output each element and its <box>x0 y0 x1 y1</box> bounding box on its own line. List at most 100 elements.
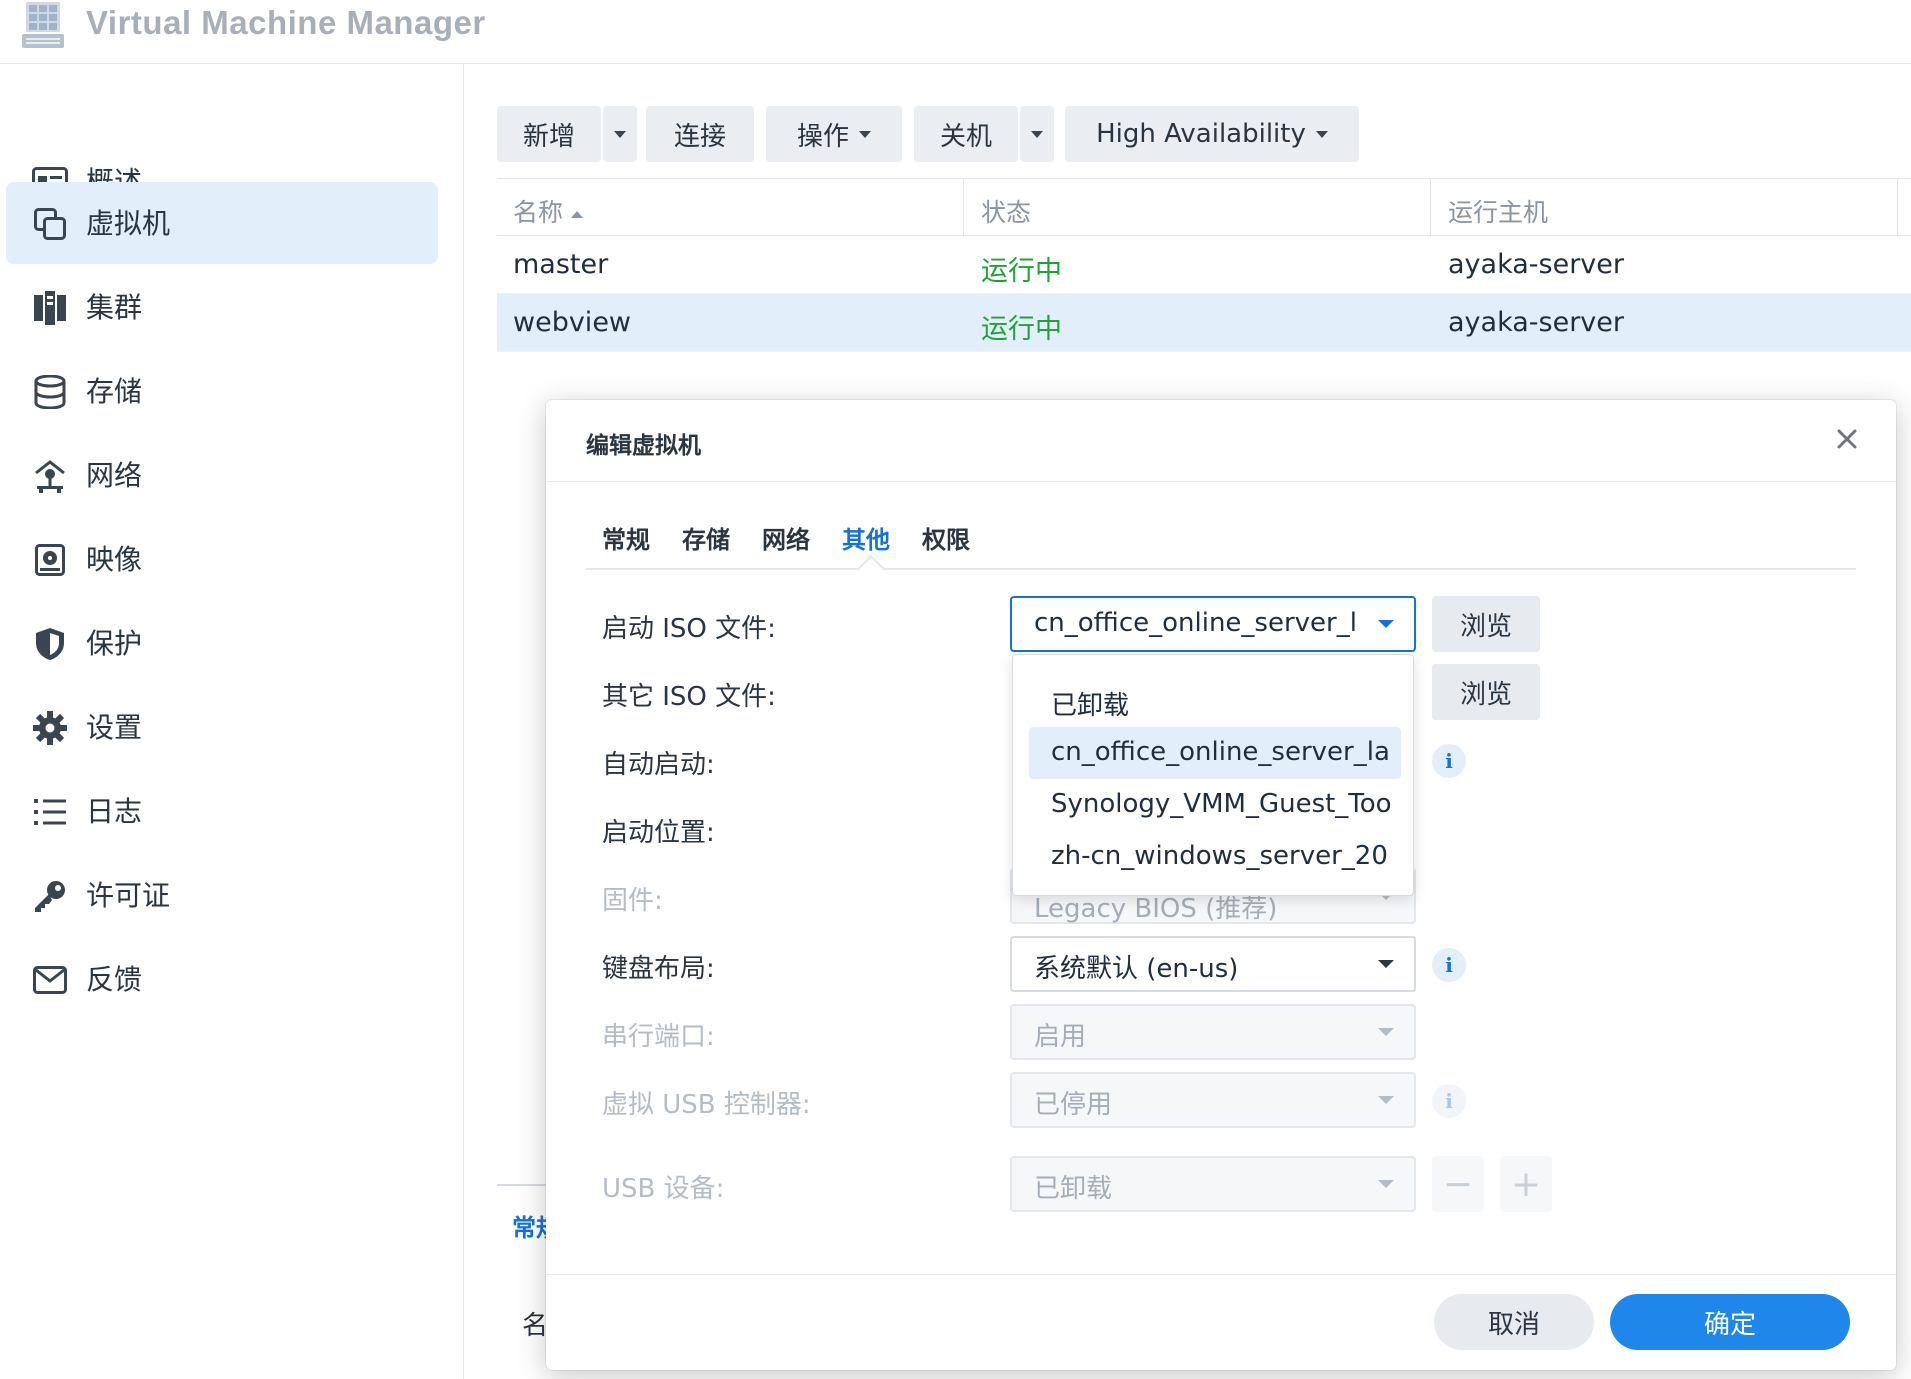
browse-boot-iso-button[interactable]: 浏览 <box>1432 596 1540 652</box>
firmware-label: 固件: <box>602 886 663 916</box>
column-divider[interactable] <box>1897 179 1898 237</box>
dropdown-option[interactable]: cn_office_online_server_la <box>1029 727 1401 779</box>
sidebar-item-network[interactable]: 网络 <box>6 434 438 516</box>
sidebar-item-license[interactable]: 许可证 <box>6 854 438 936</box>
close-icon[interactable] <box>1832 424 1862 454</box>
select-value: 已卸载 <box>1034 1174 1113 1204</box>
sidebar-item-logs[interactable]: 日志 <box>6 770 438 852</box>
remove-usb-button: − <box>1432 1156 1484 1212</box>
key-icon <box>32 878 68 914</box>
detail-name-label: 名 <box>522 1311 549 1341</box>
tab-general[interactable]: 常规 <box>602 520 650 555</box>
sidebar-item-storage[interactable]: 存储 <box>6 350 438 432</box>
autostart-label: 自动启动: <box>602 750 715 780</box>
vm-copy-icon <box>32 206 68 242</box>
sidebar-item-feedback[interactable]: 反馈 <box>6 938 438 1020</box>
column-header-status[interactable]: 状态 <box>981 193 1031 229</box>
dialog-tabs: 常规 存储 网络 其他 权限 <box>586 510 1856 584</box>
active-tab-indicator <box>856 554 886 584</box>
column-divider[interactable] <box>963 179 964 237</box>
vm-name: webview <box>513 307 632 338</box>
vm-host: ayaka-server <box>1448 307 1624 338</box>
action-label: 操作 <box>796 121 849 152</box>
gear-icon <box>32 710 68 746</box>
tab-other[interactable]: 其他 <box>842 520 890 555</box>
tab-permissions[interactable]: 权限 <box>922 520 970 555</box>
chevron-down-icon <box>1031 130 1043 138</box>
sidebar-item-label: 许可证 <box>86 879 171 912</box>
app-title: Virtual Machine Manager <box>86 4 486 41</box>
app-logo-icon <box>22 2 64 48</box>
select-value: cn_office_online_server_l <box>1034 608 1357 638</box>
info-icon: i <box>1432 1084 1466 1118</box>
other-iso-label: 其它 ISO 文件: <box>602 682 776 712</box>
vm-status: 运行中 <box>981 314 1062 345</box>
chevron-down-icon <box>1378 1096 1394 1104</box>
info-icon[interactable]: i <box>1432 744 1466 778</box>
list-icon <box>32 794 68 830</box>
column-divider[interactable] <box>1430 179 1431 237</box>
chevron-down-icon <box>1378 1180 1394 1188</box>
sidebar-item-label: 网络 <box>86 459 143 492</box>
storage-disk-icon <box>32 374 68 410</box>
column-header-name[interactable]: 名称 <box>513 193 584 229</box>
option-label: 已卸载 <box>1051 691 1130 721</box>
dropdown-option[interactable]: zh-cn_windows_server_20 <box>1029 831 1401 883</box>
keyboard-layout-select[interactable]: 系统默认 (en-us) <box>1010 936 1416 992</box>
chevron-down-icon <box>859 130 871 138</box>
high-availability-menu-button[interactable]: High Availability <box>1065 106 1359 162</box>
tab-network[interactable]: 网络 <box>762 520 810 555</box>
sidebar-item-image[interactable]: 映像 <box>6 518 438 600</box>
sidebar-item-label: 反馈 <box>86 963 143 996</box>
table-row[interactable]: master 运行中 ayaka-server <box>497 236 1911 294</box>
dropdown-option[interactable]: 已卸载 <box>1029 675 1401 727</box>
usb-device-label: USB 设备: <box>602 1174 725 1204</box>
chevron-down-icon <box>1378 960 1394 968</box>
sidebar-item-cluster[interactable]: 集群 <box>6 266 438 348</box>
usb-controller-select: 已停用 <box>1010 1072 1416 1128</box>
option-label: cn_office_online_server_la <box>1051 737 1390 767</box>
vm-host: ayaka-server <box>1448 249 1624 280</box>
sidebar-item-vm[interactable]: 虚拟机 <box>6 182 438 264</box>
chevron-down-icon <box>1315 130 1328 138</box>
sidebar-item-settings[interactable]: 设置 <box>6 686 438 768</box>
info-icon[interactable]: i <box>1432 948 1466 982</box>
dialog-footer-divider <box>546 1274 1896 1275</box>
table-header: 名称 状态 运行主机 <box>497 178 1911 237</box>
cancel-button[interactable]: 取消 <box>1434 1294 1594 1350</box>
option-label: zh-cn_windows_server_20 <box>1051 841 1388 871</box>
tab-storage[interactable]: 存储 <box>682 520 730 555</box>
sidebar-item-label: 设置 <box>86 711 143 744</box>
edit-vm-dialog: 编辑虚拟机 常规 存储 网络 其他 权限 启动 ISO 文件: cn_offic… <box>546 400 1896 1370</box>
chevron-down-icon <box>1378 1028 1394 1036</box>
shutdown-button[interactable]: 关机 <box>914 106 1018 162</box>
dropdown-option[interactable]: Synology_VMM_Guest_Too <box>1029 779 1401 831</box>
usb-device-select: 已卸载 <box>1010 1156 1416 1212</box>
image-disc-icon <box>32 542 68 578</box>
serial-port-select: 启用 <box>1010 1004 1416 1060</box>
connect-button[interactable]: 连接 <box>646 106 754 162</box>
boot-iso-select[interactable]: cn_office_online_server_l <box>1010 596 1416 652</box>
column-label: 名称 <box>513 198 564 227</box>
select-value: 启用 <box>1034 1022 1087 1052</box>
boot-iso-dropdown-list: 已卸载 cn_office_online_server_la Synology_… <box>1012 654 1414 896</box>
add-dropdown-button[interactable] <box>603 106 637 162</box>
column-header-host[interactable]: 运行主机 <box>1448 193 1548 229</box>
dialog-title: 编辑虚拟机 <box>586 433 701 459</box>
ok-button[interactable]: 确定 <box>1610 1294 1850 1350</box>
vm-name: master <box>513 249 609 280</box>
shutdown-dropdown-button[interactable] <box>1020 106 1054 162</box>
add-usb-button: + <box>1500 1156 1552 1212</box>
keyboard-layout-label: 键盘布局: <box>602 954 715 984</box>
action-menu-button[interactable]: 操作 <box>766 106 902 162</box>
add-button[interactable]: 新增 <box>497 106 601 162</box>
title-bar: Virtual Machine Manager <box>0 0 1911 64</box>
chevron-down-icon <box>1378 620 1394 628</box>
sort-ascending-icon <box>571 210 584 218</box>
browse-other-iso-button[interactable]: 浏览 <box>1432 664 1540 720</box>
sidebar-item-protection[interactable]: 保护 <box>6 602 438 684</box>
table-row[interactable]: webview 运行中 ayaka-server <box>497 294 1911 352</box>
serial-port-label: 串行端口: <box>602 1022 715 1052</box>
select-value: 已停用 <box>1034 1090 1113 1120</box>
shield-icon <box>32 626 68 662</box>
